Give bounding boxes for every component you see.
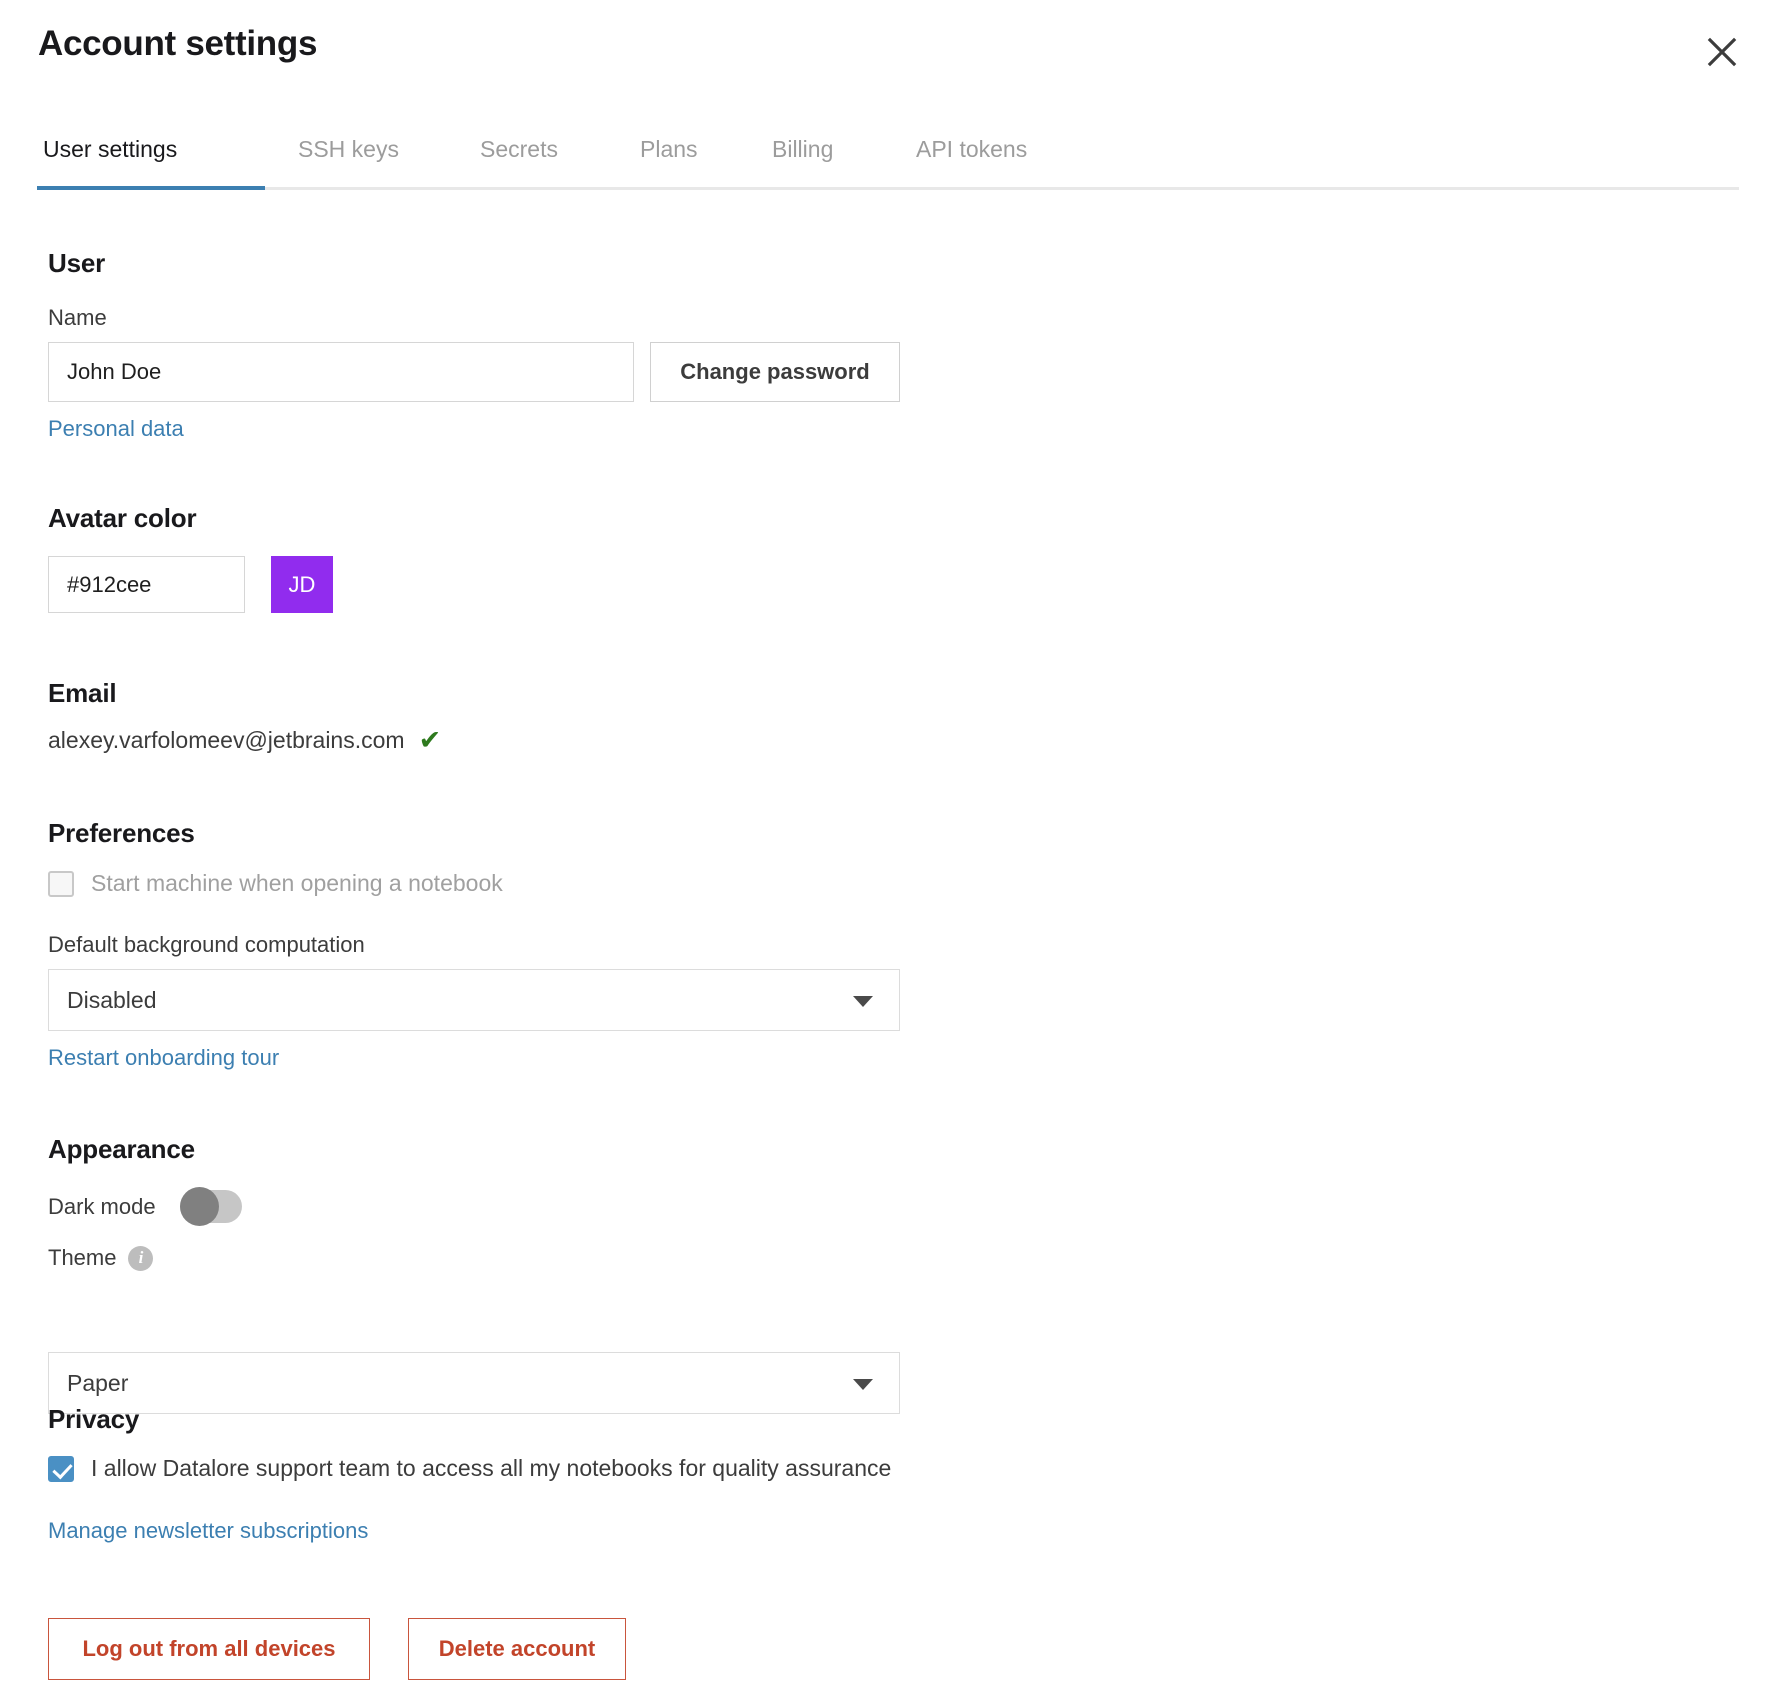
section-title-email: Email xyxy=(48,678,116,709)
background-computation-select[interactable]: Disabled xyxy=(48,969,900,1031)
avatar-preview[interactable]: JD xyxy=(271,556,333,613)
theme-label-row: Theme i xyxy=(48,1245,153,1271)
info-icon[interactable]: i xyxy=(128,1246,153,1271)
manage-newsletter-subscriptions-link[interactable]: Manage newsletter subscriptions xyxy=(48,1518,368,1544)
background-computation-label: Default background computation xyxy=(48,932,365,958)
theme-value: Paper xyxy=(67,1370,128,1397)
avatar-color-input[interactable] xyxy=(48,556,245,613)
tab-user-settings[interactable]: User settings xyxy=(43,112,177,187)
email-address: alexey.varfolomeev@jetbrains.com xyxy=(48,727,405,754)
privacy-consent-checkbox[interactable] xyxy=(48,1456,74,1482)
name-input[interactable] xyxy=(48,342,634,402)
section-title-user: User xyxy=(48,248,105,279)
avatar-initials: JD xyxy=(289,572,316,598)
dark-mode-toggle-knob xyxy=(180,1187,219,1226)
start-machine-label: Start machine when opening a notebook xyxy=(91,870,503,897)
dark-mode-row: Dark mode xyxy=(48,1190,242,1223)
settings-content: User Name Change password Personal data … xyxy=(0,190,1776,314)
theme-select[interactable]: Paper xyxy=(48,1352,900,1414)
background-computation-value: Disabled xyxy=(67,987,157,1014)
delete-account-button[interactable]: Delete account xyxy=(408,1618,626,1680)
section-title-appearance: Appearance xyxy=(48,1134,195,1165)
privacy-consent-row[interactable]: I allow Datalore support team to access … xyxy=(48,1455,891,1482)
restart-onboarding-tour-link[interactable]: Restart onboarding tour xyxy=(48,1045,279,1071)
close-icon[interactable] xyxy=(1698,28,1746,76)
dark-mode-label: Dark mode xyxy=(48,1194,156,1220)
dialog-header: Account settings xyxy=(0,0,1776,110)
tab-api-tokens[interactable]: API tokens xyxy=(916,112,1027,187)
check-icon: ✔ xyxy=(419,727,442,754)
tab-secrets[interactable]: Secrets xyxy=(480,112,558,187)
theme-label: Theme xyxy=(48,1245,116,1271)
tab-ssh-keys[interactable]: SSH keys xyxy=(298,112,399,187)
section-title-avatar-color: Avatar color xyxy=(48,503,196,534)
chevron-down-icon xyxy=(853,1379,873,1390)
log-out-all-devices-button[interactable]: Log out from all devices xyxy=(48,1618,370,1680)
dark-mode-toggle[interactable] xyxy=(180,1190,242,1223)
tab-plans[interactable]: Plans xyxy=(640,112,698,187)
email-row: alexey.varfolomeev@jetbrains.com ✔ xyxy=(48,727,441,754)
section-title-privacy: Privacy xyxy=(48,1404,139,1435)
privacy-consent-label: I allow Datalore support team to access … xyxy=(91,1455,891,1482)
start-machine-checkbox[interactable] xyxy=(48,871,74,897)
name-label: Name xyxy=(48,305,107,331)
chevron-down-icon xyxy=(853,996,873,1007)
close-glyph xyxy=(1705,35,1739,69)
start-machine-row[interactable]: Start machine when opening a notebook xyxy=(48,870,503,897)
personal-data-link[interactable]: Personal data xyxy=(48,416,184,442)
page-title: Account settings xyxy=(38,24,317,64)
tab-billing[interactable]: Billing xyxy=(772,112,833,187)
section-title-preferences: Preferences xyxy=(48,818,195,849)
account-settings-dialog: Account settings User settings SSH keys … xyxy=(0,0,1776,1682)
change-password-button[interactable]: Change password xyxy=(650,342,900,402)
tab-bar: User settings SSH keys Secrets Plans Bil… xyxy=(0,112,1776,190)
